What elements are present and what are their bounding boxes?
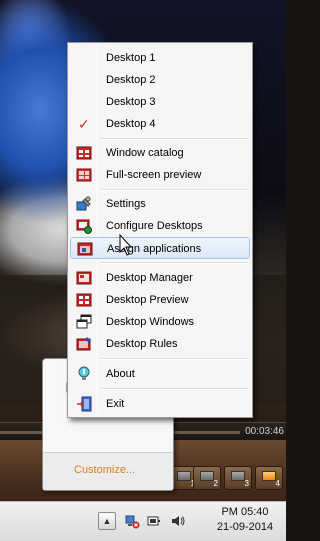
settings-icon — [76, 196, 91, 211]
device-icon[interactable] — [146, 513, 162, 529]
about-icon — [78, 366, 90, 380]
menu-item-assign-applications[interactable]: Assign applications — [70, 237, 250, 259]
clock-time: PM 05:40 — [221, 506, 269, 518]
flag-icon — [262, 471, 276, 481]
desktop-switch-button-3[interactable]: 3 — [224, 466, 252, 490]
desktop-rules-icon — [76, 337, 91, 351]
flag-icon — [231, 471, 245, 481]
menu-item-desktop-2[interactable]: Desktop 2 — [70, 69, 250, 91]
menu-separator — [100, 262, 248, 264]
fullscreen-preview-icon — [76, 168, 92, 182]
menu-separator — [100, 189, 248, 191]
flag-icon — [200, 471, 214, 481]
mouse-pointer-icon — [119, 234, 133, 256]
menu-item-desktop-windows[interactable]: Desktop Windows — [70, 311, 250, 333]
taskbar-clock[interactable]: PM 05:40 21-09-2014 — [206, 505, 284, 535]
menu-item-desktop-rules[interactable]: Desktop Rules — [70, 333, 250, 355]
desktop-switch-button-4[interactable]: 4 — [255, 466, 283, 490]
menu-item-fullscreen-preview[interactable]: Full-screen preview — [70, 164, 250, 186]
exit-icon — [77, 396, 92, 412]
desktop-context-menu: Desktop 1 Desktop 2 Desktop 3 ✓ Desktop … — [67, 42, 253, 418]
window-catalog-icon — [76, 146, 92, 160]
menu-separator — [100, 138, 248, 140]
customize-link[interactable]: Customize... — [74, 464, 135, 476]
menu-separator — [100, 358, 248, 360]
desktop-windows-icon — [76, 314, 92, 329]
menu-item-settings[interactable]: Settings — [70, 193, 250, 215]
menu-item-configure-desktops[interactable]: Configure Desktops — [70, 215, 250, 237]
menu-item-desktop-manager[interactable]: Desktop Manager — [70, 267, 250, 289]
menu-separator — [100, 388, 248, 390]
menu-item-desktop-3[interactable]: Desktop 3 — [70, 91, 250, 113]
menu-item-exit[interactable]: Exit — [70, 393, 250, 415]
menu-item-desktop-preview[interactable]: Desktop Preview — [70, 289, 250, 311]
up-arrow-icon[interactable]: ▲ — [98, 512, 116, 530]
network-warning-icon[interactable] — [124, 513, 140, 529]
checkmark-icon: ✓ — [78, 116, 90, 132]
speaker-icon[interactable] — [170, 513, 186, 529]
assign-applications-icon — [77, 242, 93, 256]
customize-link-area: Customize... — [43, 452, 173, 490]
desktop-switch-button-2[interactable]: 2 — [193, 466, 221, 490]
menu-item-desktop-4[interactable]: ✓ Desktop 4 — [70, 113, 250, 135]
flag-icon — [177, 471, 191, 481]
configure-desktops-icon — [76, 219, 92, 234]
elapsed-time: 00:03:46 — [245, 426, 284, 437]
menu-item-desktop-1[interactable]: Desktop 1 — [70, 47, 250, 69]
desktop-manager-icon — [76, 271, 92, 285]
menu-item-window-catalog[interactable]: Window catalog — [70, 142, 250, 164]
menu-item-about[interactable]: About — [70, 363, 250, 385]
desktop-preview-icon — [76, 293, 92, 307]
clock-date: 21-09-2014 — [216, 521, 274, 533]
